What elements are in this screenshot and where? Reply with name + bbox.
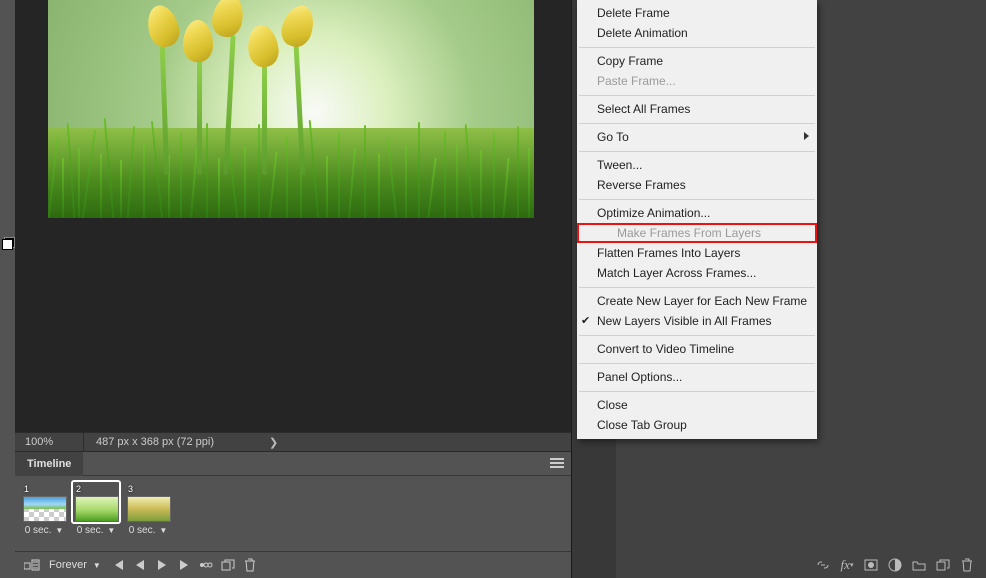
highlight-annotation: Make Frames From Layers — [577, 223, 817, 243]
link-layers-icon[interactable] — [812, 554, 834, 576]
frame-1-delay[interactable]: 0 sec.▼ — [21, 522, 67, 539]
menu-match-layer-across-frames[interactable]: Match Layer Across Frames... — [577, 263, 817, 283]
menu-convert-to-video-timeline[interactable]: Convert to Video Timeline — [577, 339, 817, 359]
layers-footer: fx▾ — [786, 551, 986, 578]
next-frame-button[interactable] — [173, 554, 195, 576]
menu-delete-frame[interactable]: Delete Frame — [577, 3, 817, 23]
menu-separator — [579, 95, 815, 96]
menu-separator — [579, 47, 815, 48]
canvas-area — [15, 0, 571, 447]
timeline-panel: Timeline 1 0 sec.▼ 2 0 sec.▼ — [15, 451, 571, 578]
menu-reverse-frames[interactable]: Reverse Frames — [577, 175, 817, 195]
chevron-down-icon: ▼ — [55, 526, 63, 535]
tween-button[interactable] — [195, 554, 217, 576]
frames-strip: 1 0 sec.▼ 2 0 sec.▼ 3 0 sec.▼ — [15, 476, 571, 539]
frame-2-thumb — [75, 496, 119, 522]
delete-frame-button[interactable] — [239, 554, 261, 576]
panel-menu-icon[interactable] — [547, 454, 567, 474]
loop-options[interactable]: Forever▼ — [43, 559, 107, 571]
prev-frame-button[interactable] — [129, 554, 151, 576]
menu-separator — [579, 199, 815, 200]
menu-paste-frame: Paste Frame... — [577, 71, 817, 91]
chevron-down-icon: ▼ — [107, 526, 115, 535]
menu-panel-options[interactable]: Panel Options... — [577, 367, 817, 387]
document-info-text: 487 px x 368 px (72 ppi) — [96, 436, 214, 448]
first-frame-button[interactable] — [107, 554, 129, 576]
chevron-down-icon: ▼ — [159, 526, 167, 535]
menu-separator — [579, 151, 815, 152]
menu-delete-animation[interactable]: Delete Animation — [577, 23, 817, 43]
timeline-panel-menu: Delete Frame Delete Animation Copy Frame… — [577, 0, 817, 439]
submenu-arrow-icon — [804, 132, 809, 140]
layer-style-icon[interactable]: fx▾ — [836, 554, 858, 576]
color-swatches[interactable] — [0, 233, 15, 255]
timeline-controls: Forever▼ — [15, 551, 571, 578]
menu-separator — [579, 363, 815, 364]
timeline-tab[interactable]: Timeline — [15, 452, 83, 476]
menu-go-to[interactable]: Go To — [577, 127, 817, 147]
play-button[interactable] — [151, 554, 173, 576]
duplicate-frame-button[interactable] — [217, 554, 239, 576]
frame-number: 1 — [24, 484, 29, 494]
zoom-level[interactable]: 100% — [15, 436, 83, 448]
frame-1[interactable]: 1 0 sec.▼ — [21, 482, 67, 539]
document-canvas[interactable] — [48, 0, 534, 218]
frame-2[interactable]: 2 0 sec.▼ — [73, 482, 119, 539]
frame-3-thumb — [127, 496, 171, 522]
frame-3[interactable]: 3 0 sec.▼ — [125, 482, 171, 539]
new-layer-icon[interactable] — [932, 554, 954, 576]
menu-new-layers-visible-all-frames[interactable]: ✔ New Layers Visible in All Frames — [577, 311, 817, 331]
menu-close[interactable]: Close — [577, 395, 817, 415]
frame-2-delay[interactable]: 0 sec.▼ — [73, 522, 119, 539]
convert-mode-icon[interactable] — [21, 554, 43, 576]
tools-toolbar — [0, 0, 15, 578]
chevron-right-icon[interactable]: ❯ — [269, 436, 278, 449]
check-icon: ✔ — [581, 314, 590, 327]
delete-layer-icon[interactable] — [956, 554, 978, 576]
menu-separator — [579, 391, 815, 392]
menu-separator — [579, 287, 815, 288]
menu-separator — [579, 123, 815, 124]
menu-tween[interactable]: Tween... — [577, 155, 817, 175]
menu-flatten-frames-into-layers[interactable]: Flatten Frames Into Layers — [577, 243, 817, 263]
status-bar: 100% 487 px x 368 px (72 ppi) ❯ — [15, 432, 571, 451]
menu-create-new-layer-each-frame[interactable]: Create New Layer for Each New Frame — [577, 291, 817, 311]
menu-make-frames-from-layers: Make Frames From Layers — [577, 223, 817, 243]
document-info[interactable]: 487 px x 368 px (72 ppi) ❯ — [83, 433, 278, 451]
frame-number: 2 — [76, 484, 81, 494]
chevron-down-icon: ▼ — [93, 561, 101, 570]
menu-copy-frame[interactable]: Copy Frame — [577, 51, 817, 71]
frame-number: 3 — [128, 484, 133, 494]
frame-3-delay[interactable]: 0 sec.▼ — [125, 522, 171, 539]
layer-mask-icon[interactable] — [860, 554, 882, 576]
menu-close-tab-group[interactable]: Close Tab Group — [577, 415, 817, 435]
menu-separator — [579, 335, 815, 336]
timeline-header: Timeline — [15, 452, 571, 476]
new-group-icon[interactable] — [908, 554, 930, 576]
menu-select-all-frames[interactable]: Select All Frames — [577, 99, 817, 119]
adjustment-layer-icon[interactable] — [884, 554, 906, 576]
menu-optimize-animation[interactable]: Optimize Animation... — [577, 203, 817, 223]
